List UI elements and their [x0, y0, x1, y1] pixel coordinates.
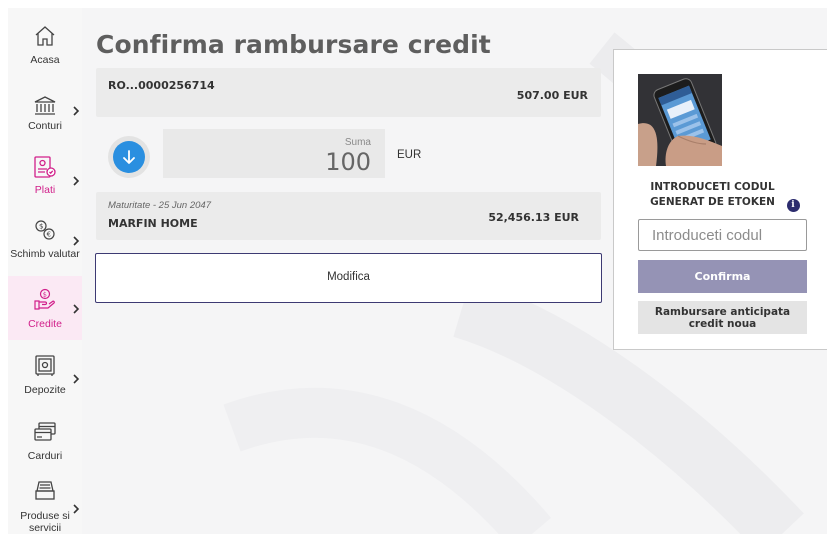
- etoken-instruction: INTRODUCETI CODUL GENERAT DE ETOKEN i: [614, 180, 827, 212]
- svg-text:$: $: [39, 223, 43, 231]
- sidebar-item-label: Acasa: [30, 54, 60, 66]
- home-icon: [35, 26, 55, 46]
- chevron-right-icon: [73, 106, 80, 116]
- amount-field[interactable]: Suma 100: [163, 129, 385, 178]
- chevron-right-icon: [73, 304, 80, 314]
- card-icon: [34, 422, 56, 441]
- sidebar-item-label: Schimb valutar: [10, 248, 80, 260]
- safe-icon: [35, 355, 55, 376]
- account-balance: 507.00 EUR: [516, 89, 588, 102]
- sidebar-item-label: Credite: [28, 318, 62, 330]
- sidebar: Acasa Conturi Plati $ € Schimb valutar $ …: [8, 8, 82, 534]
- loan-balance: 52,456.13 EUR: [488, 211, 579, 224]
- svg-text:€: €: [47, 231, 51, 239]
- products-icon: [35, 481, 55, 500]
- sidebar-item-label: Conturi: [28, 120, 62, 132]
- sidebar-item-acasa[interactable]: Acasa: [8, 8, 82, 70]
- sidebar-item-label: Depozite: [24, 384, 66, 396]
- sidebar-item-depozite[interactable]: Depozite: [8, 344, 82, 406]
- sidebar-item-label: Carduri: [27, 450, 63, 462]
- new-early-repayment-button[interactable]: Rambursare anticipata credit noua: [638, 301, 807, 334]
- currency-exchange-icon: $€: [35, 220, 55, 240]
- etoken-code-input[interactable]: [638, 219, 807, 251]
- source-account-card[interactable]: RO...0000256714 507.00 EUR: [96, 68, 601, 117]
- sidebar-item-label: Plati: [34, 184, 56, 196]
- loan-account-card[interactable]: Maturitate - 25 Jun 2047 MARFIN HOME 52,…: [96, 192, 601, 240]
- amount-value: 100: [325, 148, 371, 176]
- confirm-button[interactable]: Confirma: [638, 260, 807, 293]
- amount-currency: EUR: [397, 149, 422, 161]
- arrow-down-icon: [123, 150, 135, 164]
- transfer-direction-button[interactable]: [108, 136, 150, 178]
- sidebar-item-credite[interactable]: $ Credite: [8, 276, 82, 340]
- sidebar-item-produse-servicii[interactable]: Produse si servicii: [8, 474, 82, 534]
- etoken-phone-image: [638, 74, 722, 166]
- arrow-circle: [113, 141, 145, 173]
- amount-label: Suma: [344, 137, 371, 148]
- chevron-right-icon: [73, 236, 80, 246]
- sidebar-item-carduri[interactable]: Carduri: [8, 410, 82, 472]
- sidebar-item-schimb-valutar[interactable]: $ € Schimb valutar: [8, 212, 82, 276]
- sidebar-item-conturi[interactable]: Conturi: [8, 82, 82, 142]
- etoken-instruction-text: INTRODUCETI CODUL GENERAT DE ETOKEN: [650, 181, 775, 208]
- bank-icon: [34, 96, 56, 115]
- chevron-right-icon: [73, 374, 80, 384]
- sidebar-item-label: Produse si servicii: [20, 510, 70, 534]
- loan-maturity: Maturitate - 25 Jun 2047: [108, 200, 211, 211]
- modify-button[interactable]: Modifica: [95, 253, 602, 303]
- svg-text:$: $: [43, 291, 47, 299]
- credit-icon: $: [34, 288, 55, 310]
- page-title: Confirma rambursare credit: [96, 30, 491, 59]
- account-number: RO...0000256714: [108, 79, 215, 92]
- payment-icon: [34, 156, 56, 178]
- sidebar-item-plati[interactable]: Plati: [8, 148, 82, 208]
- info-icon[interactable]: i: [786, 199, 800, 212]
- etoken-panel: INTRODUCETI CODUL GENERAT DE ETOKEN i Con…: [613, 49, 827, 350]
- loan-name: MARFIN HOME: [108, 217, 198, 230]
